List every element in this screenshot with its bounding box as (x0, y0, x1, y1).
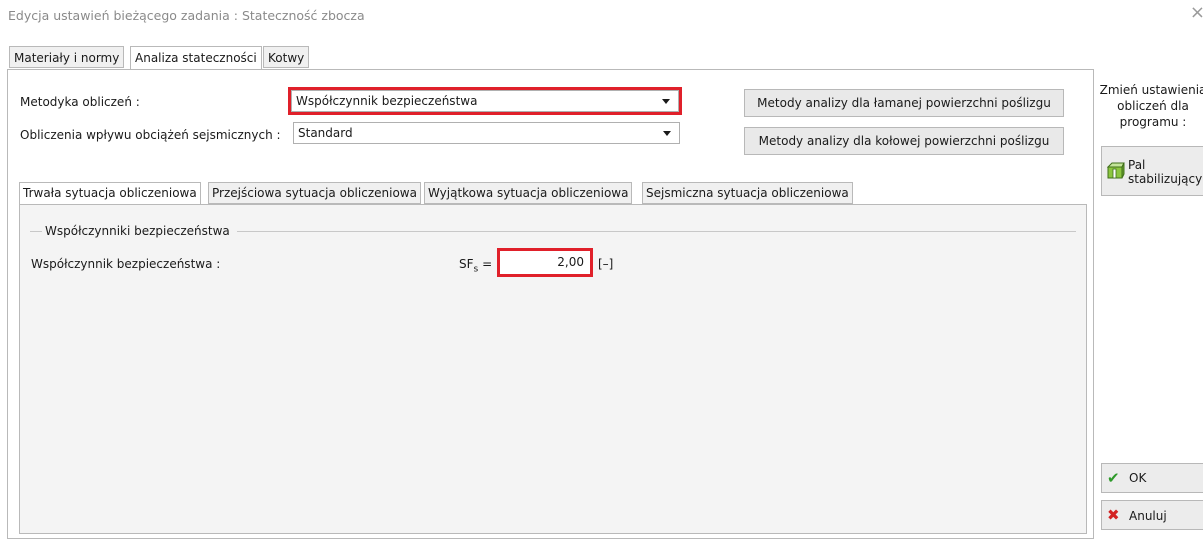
sf-symbol-text: SF (459, 257, 474, 271)
circular-surface-methods-button[interactable]: Metody analizy dla kołowej powierzchni p… (744, 127, 1064, 155)
group-title: Współczynniki bezpieczeństwa (45, 224, 230, 238)
chevron-down-icon (663, 131, 671, 136)
window-title: Edycja ustawień bieżącego zadania : Stat… (8, 8, 365, 23)
sf-unit: [–] (598, 257, 614, 271)
safety-factor-label: Współczynnik bezpieczeństwa : (31, 257, 221, 271)
sf-equals: = (482, 257, 493, 271)
sf-subscript: s (473, 264, 479, 275)
group-line-right (237, 231, 1076, 232)
seismic-label: Obliczenia wpływu obciążeń sejsmicznych … (20, 128, 281, 142)
method-select-value: Współczynnik bezpieczeństwa (296, 94, 478, 108)
stabilizing-pile-button[interactable]: Pal stabilizujący (1101, 146, 1203, 196)
tab-accidental-situation[interactable]: Wyjątkowa sytuacja obliczeniowa (424, 182, 633, 204)
tab-permanent-situation[interactable]: Trwała sytuacja obliczeniowa (19, 182, 201, 205)
x-icon: ✖ (1107, 506, 1120, 524)
pile-button-line2: stabilizujący (1128, 172, 1203, 186)
method-select[interactable]: Współczynnik bezpieczeństwa (288, 87, 682, 115)
change-settings-title: Zmień ustawienia obliczeń dla programu : (1099, 83, 1203, 129)
safety-factor-input[interactable]: 2,00 (497, 248, 593, 277)
broken-surface-methods-button[interactable]: Metody analizy dla łamanej powierzchni p… (744, 89, 1064, 117)
pile-button-line1: Pal (1128, 158, 1146, 172)
cancel-label: Anuluj (1129, 509, 1167, 523)
method-label: Metodyka obliczeń : (20, 95, 140, 109)
pile-icon (1106, 162, 1125, 183)
chevron-down-icon (662, 99, 670, 104)
sf-symbol: SFs = (459, 257, 492, 274)
tab-stability-analysis[interactable]: Analiza stateczności (130, 46, 262, 70)
ok-label: OK (1129, 471, 1147, 485)
tab-materials[interactable]: Materiały i normy (9, 46, 125, 68)
tab-seismic-situation[interactable]: Sejsmiczna sytuacja obliczeniowa (642, 182, 853, 204)
close-icon[interactable]: × (1190, 4, 1203, 22)
seismic-select-value: Standard (298, 126, 353, 140)
check-icon: ✔ (1107, 469, 1120, 487)
seismic-select[interactable]: Standard (293, 122, 680, 144)
tab-transient-situation[interactable]: Przejściowa sytuacja obliczeniowa (208, 182, 421, 204)
group-line-left (30, 231, 42, 232)
tab-anchors[interactable]: Kotwy (263, 46, 310, 68)
ok-button[interactable]: ✔ OK (1101, 463, 1203, 493)
